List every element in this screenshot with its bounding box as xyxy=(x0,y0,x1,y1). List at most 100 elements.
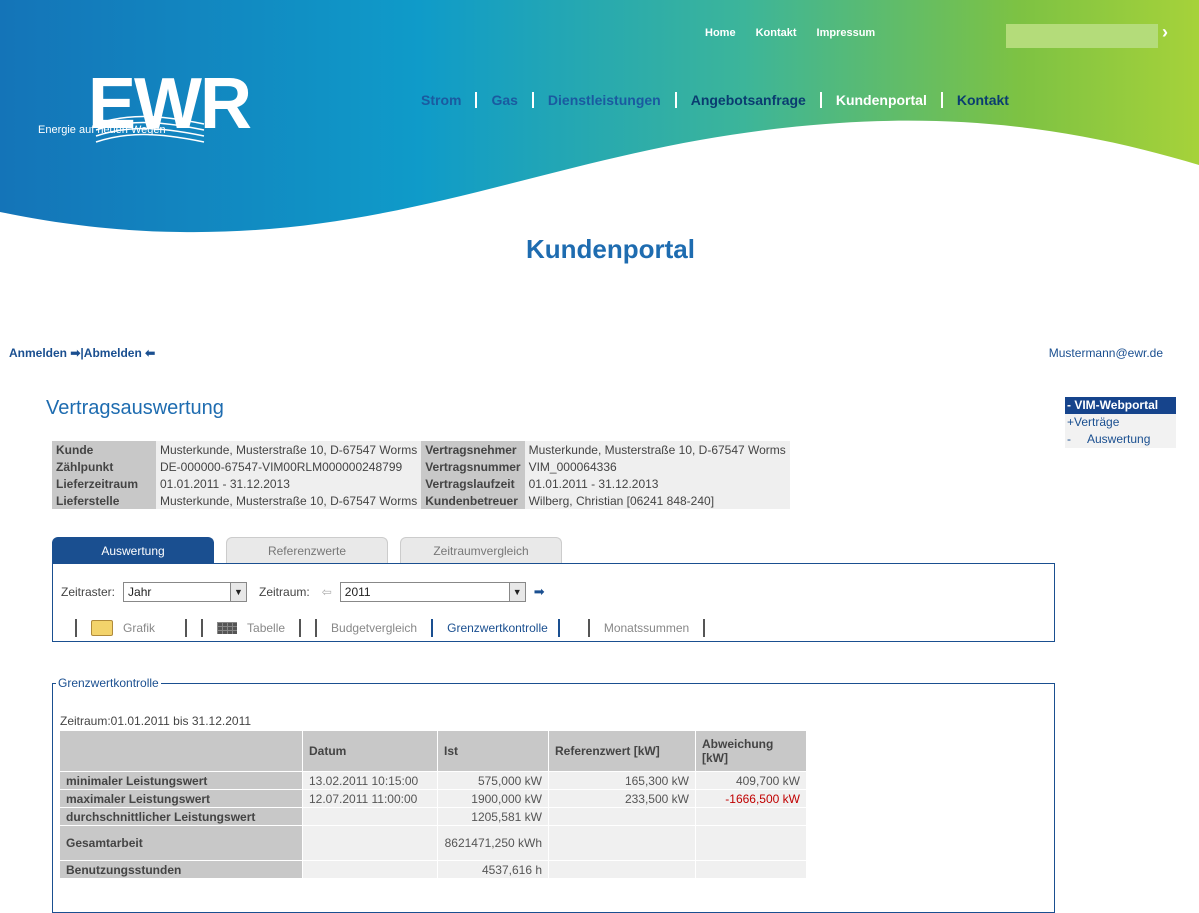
grenzwert-table: Datum Ist Referenzwert [kW] Abweichung [… xyxy=(60,731,807,879)
chevron-down-icon[interactable]: ▼ xyxy=(508,583,525,601)
info-value: Musterkunde, Musterstraße 10, D-67547 Wo… xyxy=(156,441,422,458)
column-header: Referenzwert [kW] xyxy=(548,731,696,772)
cell-referenzwert xyxy=(548,807,696,826)
sidebar-item-vim-webportal[interactable]: - VIM-Webportal xyxy=(1065,397,1176,414)
info-label: Vertragsnummer xyxy=(421,458,525,475)
view-divider xyxy=(315,619,318,637)
site-header: EWR Energie auf neuen Wegen Home Kontakt… xyxy=(0,0,1199,235)
column-header: Ist xyxy=(437,731,549,772)
mainnav-strom[interactable]: Strom xyxy=(421,92,475,108)
prev-period-icon[interactable]: ⇦ xyxy=(322,585,332,599)
period-range: Zeitraum:01.01.2011 bis 31.12.2011 xyxy=(60,714,252,728)
info-value: Wilberg, Christian [06241 848-240] xyxy=(524,492,790,509)
row-label: minimaler Leistungswert xyxy=(60,771,303,790)
next-period-icon[interactable]: ➡ xyxy=(534,584,545,600)
cell-ist: 1205,581 kW xyxy=(437,807,549,826)
table-row: Gesamtarbeit 8621471,250 kWh xyxy=(60,825,807,861)
topnav-kontakt[interactable]: Kontakt xyxy=(756,27,797,39)
zeitraum-value: 2011 xyxy=(344,585,371,599)
cell-datum: 13.02.2011 10:15:00 xyxy=(302,771,438,790)
table-row: Kunde Musterkunde, Musterstraße 10, D-67… xyxy=(52,441,790,458)
chevron-down-icon[interactable]: ▼ xyxy=(230,583,247,601)
view-grenzwertkontrolle[interactable]: Grenzwertkontrolle xyxy=(447,621,548,635)
mainnav-kundenportal[interactable]: Kundenportal xyxy=(822,92,941,108)
info-label: Kunde xyxy=(52,441,156,458)
cell-referenzwert xyxy=(548,825,696,861)
cell-datum: 12.07.2011 11:00:00 xyxy=(302,789,438,808)
mainnav-dienstleistungen[interactable]: Dienstleistungen xyxy=(534,92,675,108)
topnav-home[interactable]: Home xyxy=(705,27,736,39)
top-navigation: Home Kontakt Impressum xyxy=(705,27,875,39)
cell-ist: 1900,000 kW xyxy=(437,789,549,808)
cell-abweichung xyxy=(695,860,807,879)
info-label: Zählpunkt xyxy=(52,458,156,475)
zeitraster-select[interactable]: Jahr ▼ xyxy=(123,582,248,602)
tab-zeitraumvergleich[interactable]: Zeitraumvergleich xyxy=(400,537,562,564)
mainnav-gas[interactable]: Gas xyxy=(477,92,531,108)
view-grafik[interactable]: Grafik xyxy=(91,620,155,636)
view-label: Budgetvergleich xyxy=(331,621,418,635)
section-title: Vertragsauswertung xyxy=(46,397,224,419)
table-row: Lieferzeitraum 01.01.2011 - 31.12.2013 V… xyxy=(52,475,790,492)
user-email[interactable]: Mustermann@ewr.de xyxy=(1049,346,1163,360)
logo-tagline: Energie auf neuen Wegen xyxy=(38,124,166,136)
info-value: Musterkunde, Musterstraße 10, D-67547 Wo… xyxy=(156,492,422,509)
view-divider xyxy=(557,619,560,637)
tab-referenzwerte[interactable]: Referenzwerte xyxy=(226,537,388,564)
info-label: Lieferzeitraum xyxy=(52,475,156,492)
ewr-logo[interactable]: EWR Energie auf neuen Wegen xyxy=(36,64,252,150)
search-input[interactable] xyxy=(1006,24,1158,48)
cell-abweichung: -1666,500 kW xyxy=(695,789,807,808)
zeitraum-select[interactable]: 2011 ▼ xyxy=(339,582,526,602)
view-tabelle[interactable]: Tabelle xyxy=(217,621,285,635)
cell-abweichung xyxy=(695,807,807,826)
view-budgetvergleich[interactable]: Budgetvergleich xyxy=(331,621,417,635)
tab-auswertung[interactable]: Auswertung xyxy=(52,537,214,564)
column-header xyxy=(60,731,303,772)
cell-datum xyxy=(302,860,438,879)
info-value: VIM_000064336 xyxy=(524,458,790,475)
info-value: Musterkunde, Musterstraße 10, D-67547 Wo… xyxy=(524,441,790,458)
view-label: Grenzwertkontrolle xyxy=(447,621,548,635)
sidebar-item-auswertung[interactable]: - Auswertung xyxy=(1065,431,1176,448)
login-label: Anmelden xyxy=(9,346,68,360)
zeitraum-label: Zeitraum: xyxy=(259,585,310,599)
table-row: maximaler Leistungswert 12.07.2011 11:00:… xyxy=(60,789,807,808)
row-label: Gesamtarbeit xyxy=(60,825,303,861)
view-divider xyxy=(587,619,590,637)
view-divider xyxy=(185,619,188,637)
view-divider xyxy=(431,619,434,637)
column-header: Datum xyxy=(302,731,438,772)
table-row: Lieferstelle Musterkunde, Musterstraße 1… xyxy=(52,492,790,509)
login-link[interactable]: Anmelden ➡ xyxy=(9,346,80,360)
row-label: durchschnittlicher Leistungswert xyxy=(60,807,303,826)
cell-referenzwert: 165,300 kW xyxy=(548,771,696,790)
table-header-row: Datum Ist Referenzwert [kW] Abweichung [… xyxy=(60,731,807,772)
logout-label: Abmelden xyxy=(83,346,142,360)
topnav-impressum[interactable]: Impressum xyxy=(817,27,876,39)
view-divider xyxy=(299,619,302,637)
view-monatssummen[interactable]: Monatssummen xyxy=(604,621,689,635)
cell-datum xyxy=(302,807,438,826)
view-divider xyxy=(75,619,77,637)
cell-abweichung xyxy=(695,825,807,861)
info-value: 01.01.2011 - 31.12.2013 xyxy=(156,475,422,492)
tab-bar: Auswertung Referenzwerte Zeitraumverglei… xyxy=(52,537,562,564)
info-label: Lieferstelle xyxy=(52,492,156,509)
view-divider xyxy=(703,619,706,637)
sidebar-item-vertraege[interactable]: +Verträge xyxy=(1065,414,1176,431)
view-switcher: Grafik Tabelle Budgetvergleich Grenzwert… xyxy=(61,619,719,637)
cell-referenzwert xyxy=(548,860,696,879)
info-value: DE-000000-67547-VIM00RLM000000248799 xyxy=(156,458,422,475)
chevron-right-icon[interactable]: › xyxy=(1162,22,1168,43)
logout-link[interactable]: Abmelden ⬅ xyxy=(84,346,155,360)
mainnav-angebotsanfrage[interactable]: Angebotsanfrage xyxy=(677,92,820,108)
row-label: Benutzungsstunden xyxy=(60,860,303,879)
column-header: Abweichung [kW] xyxy=(695,731,807,772)
mainnav-kontakt[interactable]: Kontakt xyxy=(943,92,1023,108)
table-row: durchschnittlicher Leistungswert 1205,581… xyxy=(60,807,807,826)
filter-row: Zeitraster: Jahr ▼ Zeitraum: ⇦ 2011 ▼ ➡ xyxy=(61,582,545,602)
arrow-left-icon: ⬅ xyxy=(145,346,156,360)
info-label: Vertragslaufzeit xyxy=(421,475,525,492)
chart-icon xyxy=(91,620,113,636)
